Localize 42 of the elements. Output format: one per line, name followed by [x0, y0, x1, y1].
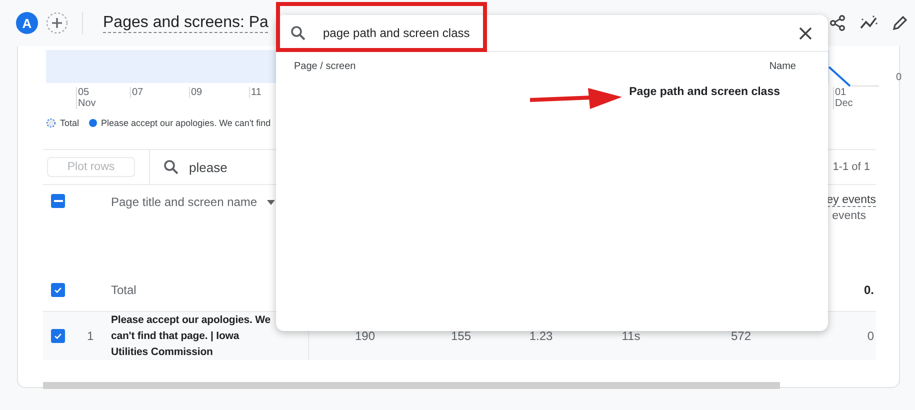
column-header: Page / screen: [294, 61, 356, 72]
dimension-option[interactable]: Page path and screen class: [629, 86, 780, 98]
axis-label: 05: [78, 87, 90, 98]
table-cell: 155: [450, 329, 472, 343]
search-field[interactable]: please: [189, 160, 228, 174]
search-icon: [163, 159, 179, 175]
table-cell: 1.23: [529, 329, 553, 343]
table-cell: 190: [354, 329, 376, 343]
share-icon[interactable]: [829, 14, 847, 32]
row-checkbox[interactable]: [51, 282, 65, 296]
column-subheader: events: [832, 210, 866, 222]
legend-marker-icon: [46, 118, 56, 128]
row-label: Please accept our apologies. We can't find that page. | Iowa Utilities Commission: [111, 313, 272, 360]
report-title: Pages and screens: Pa: [103, 14, 268, 32]
search-icon: [290, 25, 306, 41]
axis-label: Nov: [78, 98, 96, 109]
scrollbar-thumb[interactable]: [43, 382, 780, 389]
select-all-checkbox[interactable]: [51, 194, 65, 208]
close-icon[interactable]: [799, 26, 812, 40]
column-header: Name: [769, 61, 796, 72]
axis-label: 0: [896, 72, 902, 83]
row-number: 1: [87, 329, 94, 343]
table-cell: 0.: [864, 282, 874, 296]
table-cell: 0: [867, 329, 874, 343]
axis-label: 11: [251, 87, 262, 98]
edit-icon[interactable]: [891, 14, 909, 32]
pagination-label: 1-1 of 1: [832, 161, 870, 173]
axis-label: 07: [132, 87, 144, 98]
axis-label: Dec: [835, 98, 853, 109]
legend-label: Total: [60, 118, 80, 128]
table-cell: 11s: [622, 329, 640, 343]
add-icon[interactable]: [46, 12, 68, 34]
column-header[interactable]: Page title and screen name: [111, 195, 258, 209]
table-cell: 572: [730, 329, 752, 343]
avatar[interactable]: A: [16, 12, 38, 34]
axis-label: 01: [835, 87, 848, 98]
row-label: Total: [111, 282, 136, 296]
legend-label: Please accept our apologies. We can't find: [101, 118, 271, 128]
caret-icon[interactable]: [267, 200, 276, 204]
axis-label: 09: [191, 87, 202, 98]
search-field[interactable]: page path and screen class: [323, 26, 470, 40]
row-checkbox[interactable]: [51, 329, 65, 343]
